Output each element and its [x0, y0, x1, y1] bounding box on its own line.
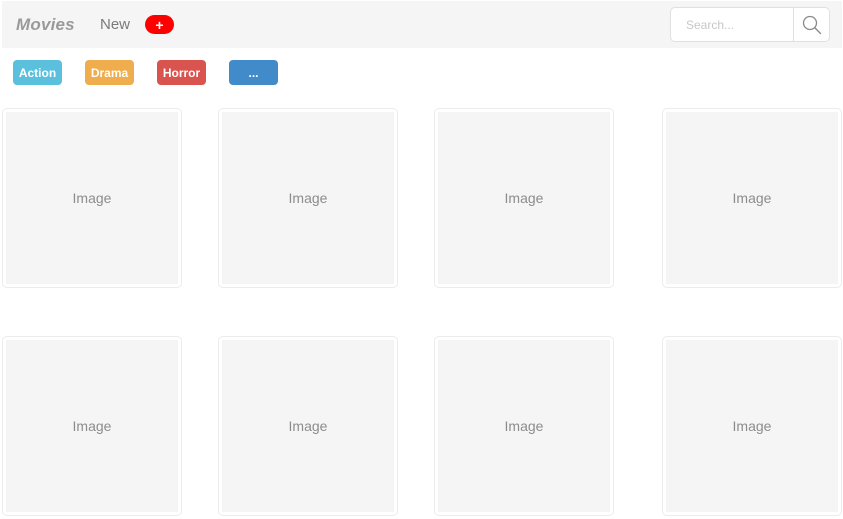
- genre-tag-more[interactable]: ...: [229, 60, 278, 85]
- search-button[interactable]: [793, 8, 829, 41]
- movie-image-placeholder: Image: [222, 340, 394, 512]
- search-input[interactable]: [671, 8, 793, 41]
- movie-image-placeholder: Image: [438, 112, 610, 284]
- nav-new-link[interactable]: New: [100, 16, 130, 33]
- movie-card[interactable]: Image: [218, 336, 398, 516]
- brand-title[interactable]: Movies: [16, 15, 75, 35]
- movie-image-placeholder: Image: [222, 112, 394, 284]
- movie-image-placeholder: Image: [438, 340, 610, 512]
- genre-tag-horror[interactable]: Horror: [157, 60, 206, 85]
- add-movie-button[interactable]: +: [145, 15, 174, 34]
- movie-card[interactable]: Image: [218, 108, 398, 288]
- top-navbar: Movies New +: [2, 1, 842, 48]
- movie-card[interactable]: Image: [434, 108, 614, 288]
- search-box: [670, 7, 830, 42]
- search-icon: [802, 15, 821, 34]
- movie-image-placeholder: Image: [6, 340, 178, 512]
- movie-card[interactable]: Image: [662, 336, 842, 516]
- genre-filter-bar: Action Drama Horror ...: [0, 60, 843, 86]
- movie-card[interactable]: Image: [662, 108, 842, 288]
- movie-card[interactable]: Image: [2, 336, 182, 516]
- movie-card[interactable]: Image: [2, 108, 182, 288]
- movie-image-placeholder: Image: [6, 112, 178, 284]
- genre-tag-action[interactable]: Action: [13, 60, 62, 85]
- movie-image-placeholder: Image: [666, 340, 838, 512]
- genre-tag-drama[interactable]: Drama: [85, 60, 134, 85]
- movie-card[interactable]: Image: [434, 336, 614, 516]
- movie-image-placeholder: Image: [666, 112, 838, 284]
